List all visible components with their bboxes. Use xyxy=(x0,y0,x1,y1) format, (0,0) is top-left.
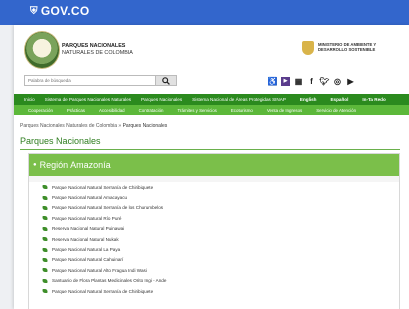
sitemap-icon[interactable]: ▦ xyxy=(294,77,303,86)
brand-line1: PARQUES NACIONALES xyxy=(62,43,126,49)
ministry-text: MINISTERIO DE AMBIENTE Y DESARROLLO SOST… xyxy=(318,42,376,52)
list-item[interactable]: Parque Nacional Natural Cahuinarí xyxy=(41,255,399,265)
leaf-icon xyxy=(41,205,49,210)
social-icons: ♿ ▶ ▦ f 🐦︎ ◎ ▶ xyxy=(268,75,355,87)
list-item[interactable]: Santuario de Flora Plantas Medicinales O… xyxy=(41,276,399,286)
gov-co-logo[interactable]: ⛨ GOV.CO xyxy=(30,4,90,18)
twitter-icon[interactable]: 🐦︎ xyxy=(319,77,329,86)
search-input[interactable] xyxy=(24,75,157,86)
subnav-item[interactable]: Cooperación xyxy=(28,108,53,113)
brand-text: PARQUES NACIONALES NATURALES DE COLOMBIA xyxy=(62,43,133,56)
list-item[interactable]: Parque Nacional Natural Serranía de Chir… xyxy=(41,182,399,192)
park-link[interactable]: Parque Nacional Natural Serranía de los … xyxy=(52,205,163,210)
subnav-item[interactable]: Contratación xyxy=(139,108,164,113)
list-item[interactable]: Parque Nacional Natural Alto Fragua Indi… xyxy=(41,265,399,275)
secondary-nav: Cooperación Prácticas Accesibilidad Cont… xyxy=(14,105,409,115)
park-link[interactable]: Reserva Nacional Natural Puinawai xyxy=(52,226,124,231)
list-item[interactable]: Parque Nacional Natural La Paya xyxy=(41,244,399,254)
subnav-item[interactable]: Servicio de Atención xyxy=(316,108,356,113)
subnav-item[interactable]: Prácticas xyxy=(67,108,85,113)
leaf-icon xyxy=(41,195,49,200)
gov-bar: ⛨ GOV.CO xyxy=(0,0,409,25)
breadcrumb: Parques Nacionales Naturales de Colombia… xyxy=(20,123,167,129)
collapse-icon: ● xyxy=(33,162,37,168)
breadcrumb-current: Parques Nacionales xyxy=(122,123,168,129)
gov-logo-text: GOV.CO xyxy=(40,4,90,18)
gov-shield-icon: ⛨ xyxy=(30,6,38,17)
youtube-icon[interactable]: ▶ xyxy=(346,77,355,86)
list-item[interactable]: Parque Nacional Natural Amacayacu xyxy=(41,192,399,202)
subnav-item[interactable]: Venta de Ingresos xyxy=(267,108,302,113)
subnav-item[interactable]: Accesibilidad xyxy=(99,108,125,113)
breadcrumb-root[interactable]: Parques Nacionales Naturales de Colombia xyxy=(20,123,117,129)
nav-item-inicio[interactable]: Inicio xyxy=(24,97,35,102)
brand-line2: NATURALES DE COLOMBIA xyxy=(62,49,133,56)
park-link[interactable]: Parque Nacional Natural Río Puré xyxy=(52,216,121,221)
park-link[interactable]: Santuario de Flora Plantas Medicinales O… xyxy=(52,278,166,283)
region-panel: ● Región Amazonía Parque Nacional Natura… xyxy=(28,153,400,309)
nav-item-sinap[interactable]: Sistema Nacional de Áreas Protegidas SIN… xyxy=(192,97,286,102)
facebook-icon[interactable]: f xyxy=(307,77,316,86)
ministry-line2: DESARROLLO SOSTENIBLE xyxy=(318,47,376,53)
park-link[interactable]: Parque Nacional Natural Amacayacu xyxy=(52,195,127,200)
subnav-item[interactable]: Ecoturismo xyxy=(231,108,253,113)
lang-espanol[interactable]: Español xyxy=(330,97,348,102)
list-item[interactable]: Parque Nacional Natural Serranía de Chir… xyxy=(41,286,399,296)
list-item[interactable]: Reserva Nacional Natural Nukak xyxy=(41,234,399,244)
park-link[interactable]: Parque Nacional Natural Serranía de Chir… xyxy=(52,289,153,294)
nav-item-sistema-parques[interactable]: Sistema de Parques Nacionales Naturales xyxy=(45,97,131,102)
region-title: Región Amazonía xyxy=(39,160,111,170)
subnav-item[interactable]: Trámites y Servicios xyxy=(178,108,217,113)
park-link[interactable]: Parque Nacional Natural La Paya xyxy=(52,247,120,252)
instagram-icon[interactable]: ◎ xyxy=(333,77,342,86)
list-item[interactable]: Parque Nacional Natural Río Puré xyxy=(41,213,399,223)
video-icon[interactable]: ▶ xyxy=(281,76,290,86)
leaf-icon xyxy=(41,185,49,190)
region-header[interactable]: ● Región Amazonía xyxy=(29,154,399,176)
page-title: Parques Nacionales xyxy=(20,136,101,146)
leaf-icon xyxy=(41,226,49,231)
park-list: Parque Nacional Natural Serranía de Chir… xyxy=(29,182,399,296)
accessibility-icon[interactable]: ♿ xyxy=(268,77,278,86)
park-link[interactable]: Parque Nacional Natural Cahuinarí xyxy=(52,257,123,262)
page-container: PARQUES NACIONALES NATURALES DE COLOMBIA… xyxy=(14,25,409,309)
leaf-icon xyxy=(41,278,49,283)
search-button[interactable] xyxy=(155,75,177,86)
search-icon xyxy=(162,76,170,85)
leaf-icon xyxy=(41,247,49,252)
park-link[interactable]: Parque Nacional Natural Alto Fragua Indi… xyxy=(52,268,147,273)
leaf-icon xyxy=(41,237,49,242)
breadcrumb-separator: » xyxy=(118,123,122,129)
parques-nacionales-logo[interactable]: PARQUES NACIONALES NATURALES DE COLOMBIA xyxy=(24,31,144,71)
search-box xyxy=(24,75,177,86)
leaf-icon xyxy=(41,289,49,294)
title-divider xyxy=(20,149,400,150)
nav-item-parques-nacionales[interactable]: Parques Nacionales xyxy=(141,97,182,102)
ministry-seal-icon xyxy=(302,41,314,55)
list-item[interactable]: Parque Nacional Natural Serranía de los … xyxy=(41,203,399,213)
leaf-icon xyxy=(41,216,49,221)
list-item[interactable]: Reserva Nacional Natural Puinawai xyxy=(41,224,399,234)
parques-seal-icon xyxy=(24,31,60,69)
leaf-icon xyxy=(41,257,49,262)
lang-english[interactable]: English xyxy=(300,97,317,102)
park-link[interactable]: Reserva Nacional Natural Nukak xyxy=(52,237,119,242)
primary-nav: Inicio Sistema de Parques Nacionales Nat… xyxy=(14,94,409,105)
leaf-icon xyxy=(41,268,49,273)
park-link[interactable]: Parque Nacional Natural Serranía de Chir… xyxy=(52,185,153,190)
lang-other[interactable]: In-Ta Redo xyxy=(362,97,385,102)
ministry-logo[interactable]: MINISTERIO DE AMBIENTE Y DESARROLLO SOST… xyxy=(302,41,397,61)
